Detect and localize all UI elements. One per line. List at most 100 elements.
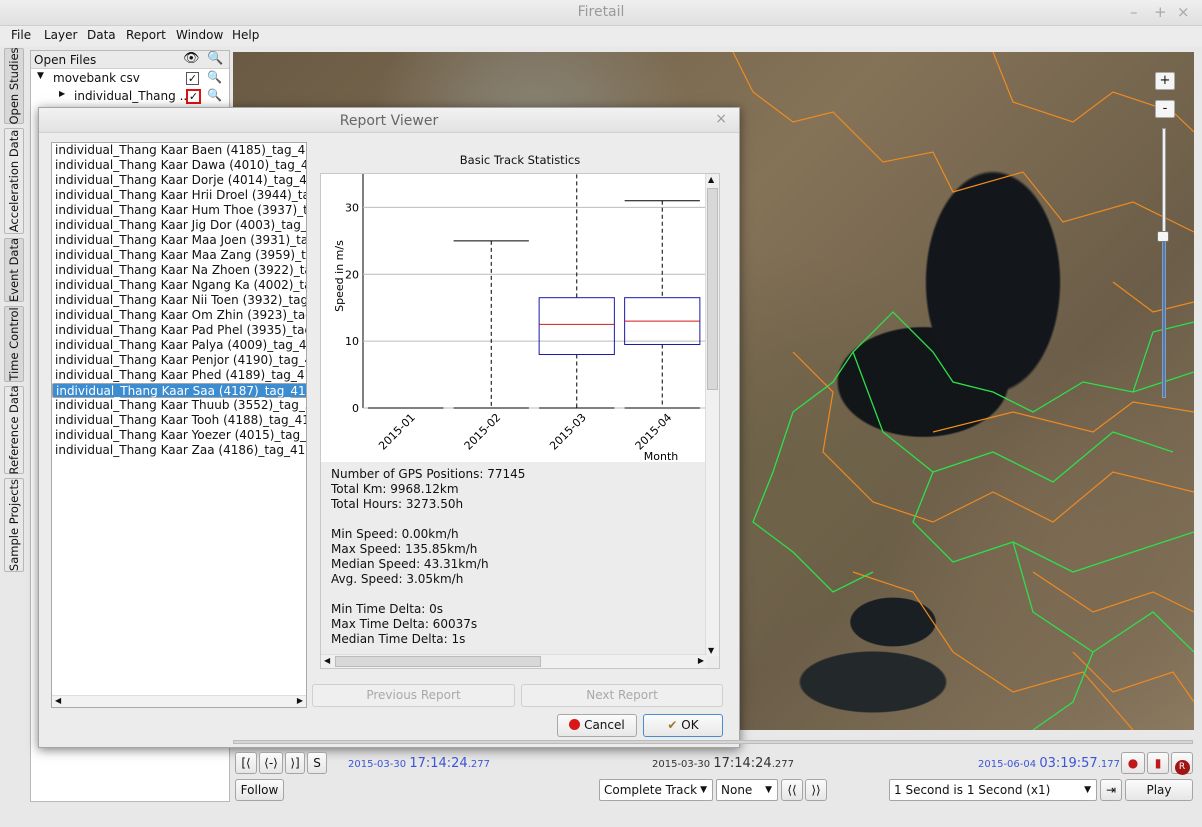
scroll-up-icon[interactable]: ▲ [708, 175, 714, 184]
scroll-right-icon[interactable]: ▶ [297, 696, 303, 705]
individual-list-item[interactable]: individual_Thang Kaar Saa (4187)_tag_418… [52, 383, 306, 398]
menu-data[interactable]: Data [87, 28, 116, 42]
individual-list-item[interactable]: individual_Thang Kaar Zaa (4186)_tag_418… [52, 443, 306, 458]
jump-start-button[interactable]: [⟨ [235, 752, 257, 774]
individual-list-item[interactable]: individual_Thang Kaar Nii Toen (3932)_ta… [52, 293, 306, 308]
individual-row[interactable]: ▶ individual_Thang ... ✓ 🔍 [31, 87, 229, 105]
y-tick-label: 30 [345, 201, 359, 214]
individual-list-item[interactable]: individual_Thang Kaar Yoezer (4015)_tag_… [52, 428, 306, 443]
fit-range-button[interactable]: ⟨-⟩ [259, 752, 283, 774]
cancel-button[interactable]: Cancel [557, 714, 637, 737]
zoom-to-study-icon[interactable]: 🔍 [207, 70, 222, 84]
individual-list-item[interactable]: individual_Thang Kaar Maa Joen (3931)_ta… [52, 233, 306, 248]
dialog-close-button[interactable]: × [715, 111, 727, 127]
step-forward-button[interactable]: ⟩⟩ [805, 779, 827, 801]
minimize-button[interactable]: – [1130, 3, 1138, 21]
stat-line [331, 587, 525, 602]
chevron-down-icon: ▼ [1084, 785, 1091, 795]
menu-window[interactable]: Window [176, 28, 223, 42]
tab-acceleration-data[interactable]: Acceleration Data [4, 128, 24, 234]
menu-report[interactable]: Report [126, 28, 166, 42]
menu-help[interactable]: Help [232, 28, 259, 42]
scroll-left-icon[interactable]: ◀ [55, 696, 61, 705]
individual-list-item[interactable]: individual_Thang Kaar Hum Thoe (3937)_ta… [52, 203, 306, 218]
scroll-thumb[interactable] [707, 188, 718, 390]
report-vertical-scrollbar[interactable]: ▲ ▼ [705, 174, 719, 656]
zoom-icon: 🔍 [207, 51, 224, 66]
open-files-title: Open Files [34, 53, 97, 67]
scroll-right-icon[interactable]: ▶ [698, 656, 704, 665]
tab-sample-projects[interactable]: Sample Projects [4, 478, 24, 572]
individual-list-item[interactable]: individual_Thang Kaar Na Zhoen (3922)_ta… [52, 263, 306, 278]
play-button[interactable]: Play [1125, 779, 1193, 801]
individual-list-item[interactable]: individual_Thang Kaar Palya (4009)_tag_4… [52, 338, 306, 353]
scroll-down-icon[interactable]: ▼ [708, 646, 714, 655]
side-tab-bar: Open Studies Acceleration Data Event Dat… [0, 46, 28, 827]
track-mode-value: Complete Track [604, 783, 698, 797]
playback-speed-select[interactable]: 1 Second is 1 Second (x1) ▼ [889, 779, 1097, 801]
checkmark-icon: ✔ [667, 718, 678, 732]
individual-list-item[interactable]: individual_Thang Kaar Dorje (4014)_tag_4… [52, 173, 306, 188]
study-visible-checkbox[interactable]: ✓ [186, 72, 199, 85]
animal-tracks [752, 311, 1194, 730]
close-button[interactable]: × [1177, 3, 1190, 21]
individual-list-item[interactable]: individual_Thang Kaar Hrii Droel (3944)_… [52, 188, 306, 203]
zoom-slider-track[interactable] [1162, 128, 1166, 398]
menu-file[interactable]: File [11, 28, 31, 42]
individual-list-item[interactable]: individual_Thang Kaar Baen (4185)_tag_41… [52, 143, 306, 158]
zoom-to-individual-icon[interactable]: 🔍 [207, 88, 222, 102]
chevron-down-icon: ▼ [700, 785, 707, 795]
report-horizontal-scrollbar[interactable]: ◀ ▶ [321, 654, 707, 668]
scroll-left-icon[interactable]: ◀ [324, 656, 330, 665]
zoom-out-button[interactable]: - [1155, 100, 1175, 118]
track-mode-select[interactable]: Complete Track ▼ [599, 779, 713, 801]
chevron-down-icon[interactable]: ▼ [37, 71, 44, 81]
step-back-button[interactable]: ⟨⟨ [781, 779, 803, 801]
current-timestamp: 2015-03-30 17:14:24.277 [652, 756, 794, 771]
list-horizontal-scrollbar[interactable]: ◀ ▶ [52, 695, 306, 707]
timeline-track[interactable] [233, 740, 1193, 744]
previous-report-button[interactable]: Previous Report [312, 684, 515, 707]
chevron-right-icon[interactable]: ▶ [59, 89, 65, 98]
scroll-thumb[interactable] [335, 656, 541, 667]
playback-speed-value: 1 Second is 1 Second (x1) [894, 783, 1051, 797]
individual-list-item[interactable]: individual_Thang Kaar Penjor (4190)_tag_… [52, 353, 306, 368]
tab-event-data[interactable]: Event Data [4, 238, 24, 302]
individual-list[interactable]: individual_Thang Kaar Baen (4185)_tag_41… [51, 142, 307, 708]
trail-select[interactable]: None ▼ [716, 779, 778, 801]
individual-list-item[interactable]: individual_Thang Kaar Tooh (4188)_tag_41… [52, 413, 306, 428]
menu-layer[interactable]: Layer [44, 28, 77, 42]
study-row[interactable]: ▼ movebank csv ✓ 🔍 [31, 69, 229, 87]
tab-reference-data[interactable]: Reference Data [4, 385, 24, 475]
bookmark-button[interactable]: ▮ [1147, 752, 1169, 774]
individual-list-item[interactable]: individual_Thang Kaar Thuub (3552)_tag_3… [52, 398, 306, 413]
zoom-in-button[interactable]: + [1155, 72, 1175, 90]
box-iqr [538, 297, 615, 356]
next-report-button[interactable]: Next Report [521, 684, 723, 707]
individual-list-item[interactable]: individual_Thang Kaar Pad Phel (3935)_ta… [52, 323, 306, 338]
individual-visible-checkbox[interactable]: ✓ [186, 89, 201, 104]
stat-line: Avg. Speed: 3.05km/h [331, 572, 464, 586]
range-end-timestamp: 2015-06-04 03:19:57.177 [978, 756, 1120, 771]
export-button[interactable]: ⇥ [1100, 779, 1122, 801]
maximize-button[interactable]: + [1154, 3, 1167, 21]
ok-button[interactable]: ✔ OK [643, 714, 723, 737]
record-button[interactable]: R [1171, 752, 1193, 775]
zoom-slider-handle[interactable] [1157, 231, 1169, 242]
tab-open-studies[interactable]: Open Studies [4, 47, 24, 125]
follow-button[interactable]: Follow [235, 779, 284, 801]
report-statistics: Number of GPS Positions: 77145 Total Km: … [331, 467, 525, 647]
menu-bar: File Layer Data Report Window Help [0, 26, 1202, 46]
individual-list-item[interactable]: individual_Thang Kaar Ngang Ka (4002)_ta… [52, 278, 306, 293]
individual-list-item[interactable]: individual_Thang Kaar Phed (4189)_tag_41… [52, 368, 306, 383]
individual-list-item[interactable]: individual_Thang Kaar Dawa (4010)_tag_40… [52, 158, 306, 173]
individual-list-item[interactable]: individual_Thang Kaar Jig Dor (4003)_tag… [52, 218, 306, 233]
camera-button[interactable]: ● [1121, 752, 1145, 774]
individual-list-item[interactable]: individual_Thang Kaar Maa Zang (3959)_ta… [52, 248, 306, 263]
individual-label: individual_Thang ... [74, 89, 192, 103]
snap-button[interactable]: S [307, 752, 327, 774]
jump-end-button[interactable]: ⟩] [285, 752, 305, 774]
individual-list-item[interactable]: individual_Thang Kaar Om Zhin (3923)_tag… [52, 308, 306, 323]
speed-box-plot: 0 10 20 30 Speed in m/s 2015-01 2015-02 2015-03… [321, 174, 707, 462]
tab-time-control[interactable]: Time Control [4, 306, 24, 382]
